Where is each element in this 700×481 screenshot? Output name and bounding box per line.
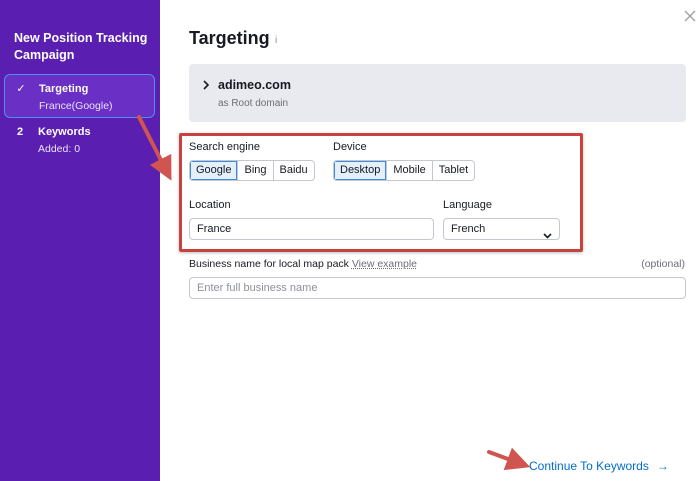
step-keywords-label: Keywords <box>38 126 91 138</box>
campaign-title: New Position Tracking Campaign <box>14 31 148 62</box>
business-name-label: Business name for local map pack View ex… <box>189 258 417 270</box>
sidebar: New Position Tracking Campaign ✓ Targeti… <box>0 0 160 481</box>
language-select[interactable]: French <box>443 218 560 240</box>
device-desktop[interactable]: Desktop <box>334 161 388 180</box>
chevron-down-icon <box>543 226 552 239</box>
search-engine-google[interactable]: Google <box>190 161 239 180</box>
language-value: French <box>451 223 486 235</box>
search-engine-baidu[interactable]: Baidu <box>274 161 314 180</box>
domain-type: as Root domain <box>218 98 289 109</box>
device-label: Device <box>333 141 367 153</box>
page-title: Targeting <box>189 28 270 48</box>
device-mobile[interactable]: Mobile <box>387 161 433 180</box>
business-name-input[interactable]: Enter full business name <box>189 277 686 299</box>
domain-name: adimeo.com <box>218 78 291 92</box>
location-input[interactable]: France <box>189 218 434 240</box>
search-engine-selector: Google Bing Baidu <box>189 160 315 181</box>
step-targeting-summary: France(Google) <box>39 100 113 112</box>
annotation-arrow-bottom <box>487 447 531 471</box>
view-example-link[interactable]: View example <box>352 258 417 270</box>
domain-summary[interactable]: adimeo.com as Root domain <box>189 64 686 122</box>
step-number: 2 <box>16 126 24 138</box>
device-tablet[interactable]: Tablet <box>433 161 474 180</box>
location-label: Location <box>189 199 231 211</box>
search-engine-label: Search engine <box>189 141 260 153</box>
step-targeting[interactable]: ✓ Targeting France(Google) <box>4 74 155 118</box>
language-label: Language <box>443 199 492 211</box>
step-keywords-summary: Added: 0 <box>38 143 81 155</box>
business-name-label-text: Business name for local map pack <box>189 258 349 270</box>
continue-label: Continue To Keywords <box>529 459 649 473</box>
check-icon: ✓ <box>16 83 26 95</box>
continue-button[interactable]: Continue To Keywords → <box>529 459 669 473</box>
device-selector: Desktop Mobile Tablet <box>333 160 476 181</box>
step-targeting-label: Targeting <box>39 83 89 95</box>
optional-hint: (optional) <box>641 258 685 270</box>
arrow-right-icon: → <box>656 459 669 473</box>
chevron-right-icon[interactable] <box>201 78 211 90</box>
search-engine-bing[interactable]: Bing <box>238 161 274 180</box>
step-keywords[interactable]: 2 Keywords Added: 0 <box>4 122 155 162</box>
close-icon[interactable] <box>682 8 698 24</box>
info-icon[interactable]: i <box>275 35 277 46</box>
